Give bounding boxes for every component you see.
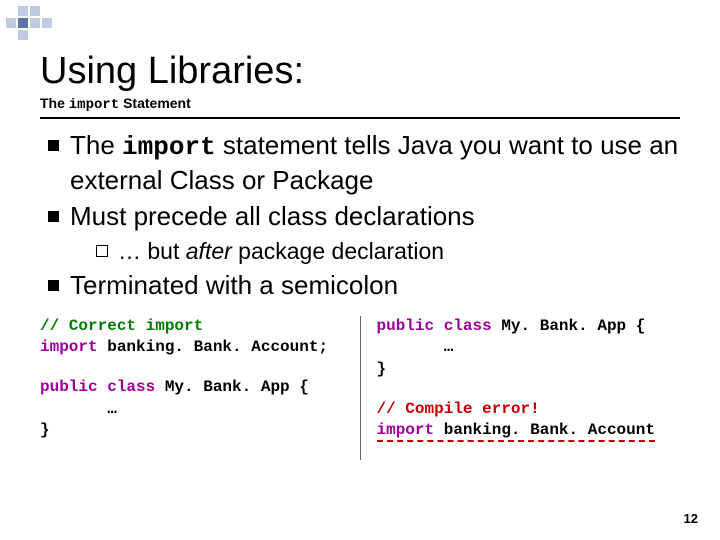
bullet-3-text: Terminated with a semicolon xyxy=(70,270,398,300)
bullet-2-text: Must precede all class declarations xyxy=(70,201,475,231)
subtitle-suffix: Statement xyxy=(119,95,191,111)
code-keyword: public class xyxy=(377,317,492,335)
code-right: public class My. Bank. App { … } // Comp… xyxy=(361,316,681,460)
bullet-2: Must precede all class declarations … bu… xyxy=(48,200,680,265)
slide: Using Libraries: The import Statement Th… xyxy=(0,0,720,540)
slide-title: Using Libraries: xyxy=(40,50,680,93)
code-keyword: import xyxy=(377,421,435,439)
code-text: … xyxy=(40,400,117,418)
sub-bullet-1: … but after package declaration xyxy=(96,237,680,266)
page-number: 12 xyxy=(684,511,698,526)
code-error-comment: // Compile error! xyxy=(377,400,540,418)
subtitle-prefix: The xyxy=(40,95,69,111)
sub-bullet-list: … but after package declaration xyxy=(70,237,680,266)
code-text: … xyxy=(377,338,454,356)
corner-decoration xyxy=(0,0,58,46)
code-text: My. Bank. App { xyxy=(155,378,309,396)
sub-bullet-post: package declaration xyxy=(232,238,444,264)
code-right-block2: // Compile error! import banking. Bank. … xyxy=(377,399,681,442)
code-error-line: import banking. Bank. Account xyxy=(377,421,655,442)
code-comment: // Correct import xyxy=(40,317,203,335)
code-columns: // Correct import import banking. Bank. … xyxy=(40,316,680,460)
bullet-1: The import statement tells Java you want… xyxy=(48,129,680,196)
bullet-list: The import statement tells Java you want… xyxy=(40,129,680,302)
code-left: // Correct import import banking. Bank. … xyxy=(40,316,361,460)
code-text: } xyxy=(377,360,387,378)
code-right-block1: public class My. Bank. App { … } xyxy=(377,316,681,381)
code-text: My. Bank. App { xyxy=(492,317,646,335)
code-left-block1: // Correct import import banking. Bank. … xyxy=(40,316,344,359)
slide-subtitle: The import Statement xyxy=(40,95,680,113)
code-text: banking. Bank. Account; xyxy=(98,338,328,356)
bullet-1-pre: The xyxy=(70,130,122,160)
sub-bullet-pre: … but xyxy=(118,238,186,264)
bullet-1-keyword: import xyxy=(122,132,216,162)
code-left-block2: public class My. Bank. App { … } xyxy=(40,377,344,442)
code-keyword: import xyxy=(40,338,98,356)
code-text: } xyxy=(40,421,50,439)
code-keyword: public class xyxy=(40,378,155,396)
bullet-3: Terminated with a semicolon xyxy=(48,269,680,302)
code-text: banking. Bank. Account xyxy=(434,421,655,439)
sub-bullet-ital: after xyxy=(186,238,232,264)
title-rule xyxy=(40,117,680,119)
subtitle-keyword: import xyxy=(69,97,119,113)
